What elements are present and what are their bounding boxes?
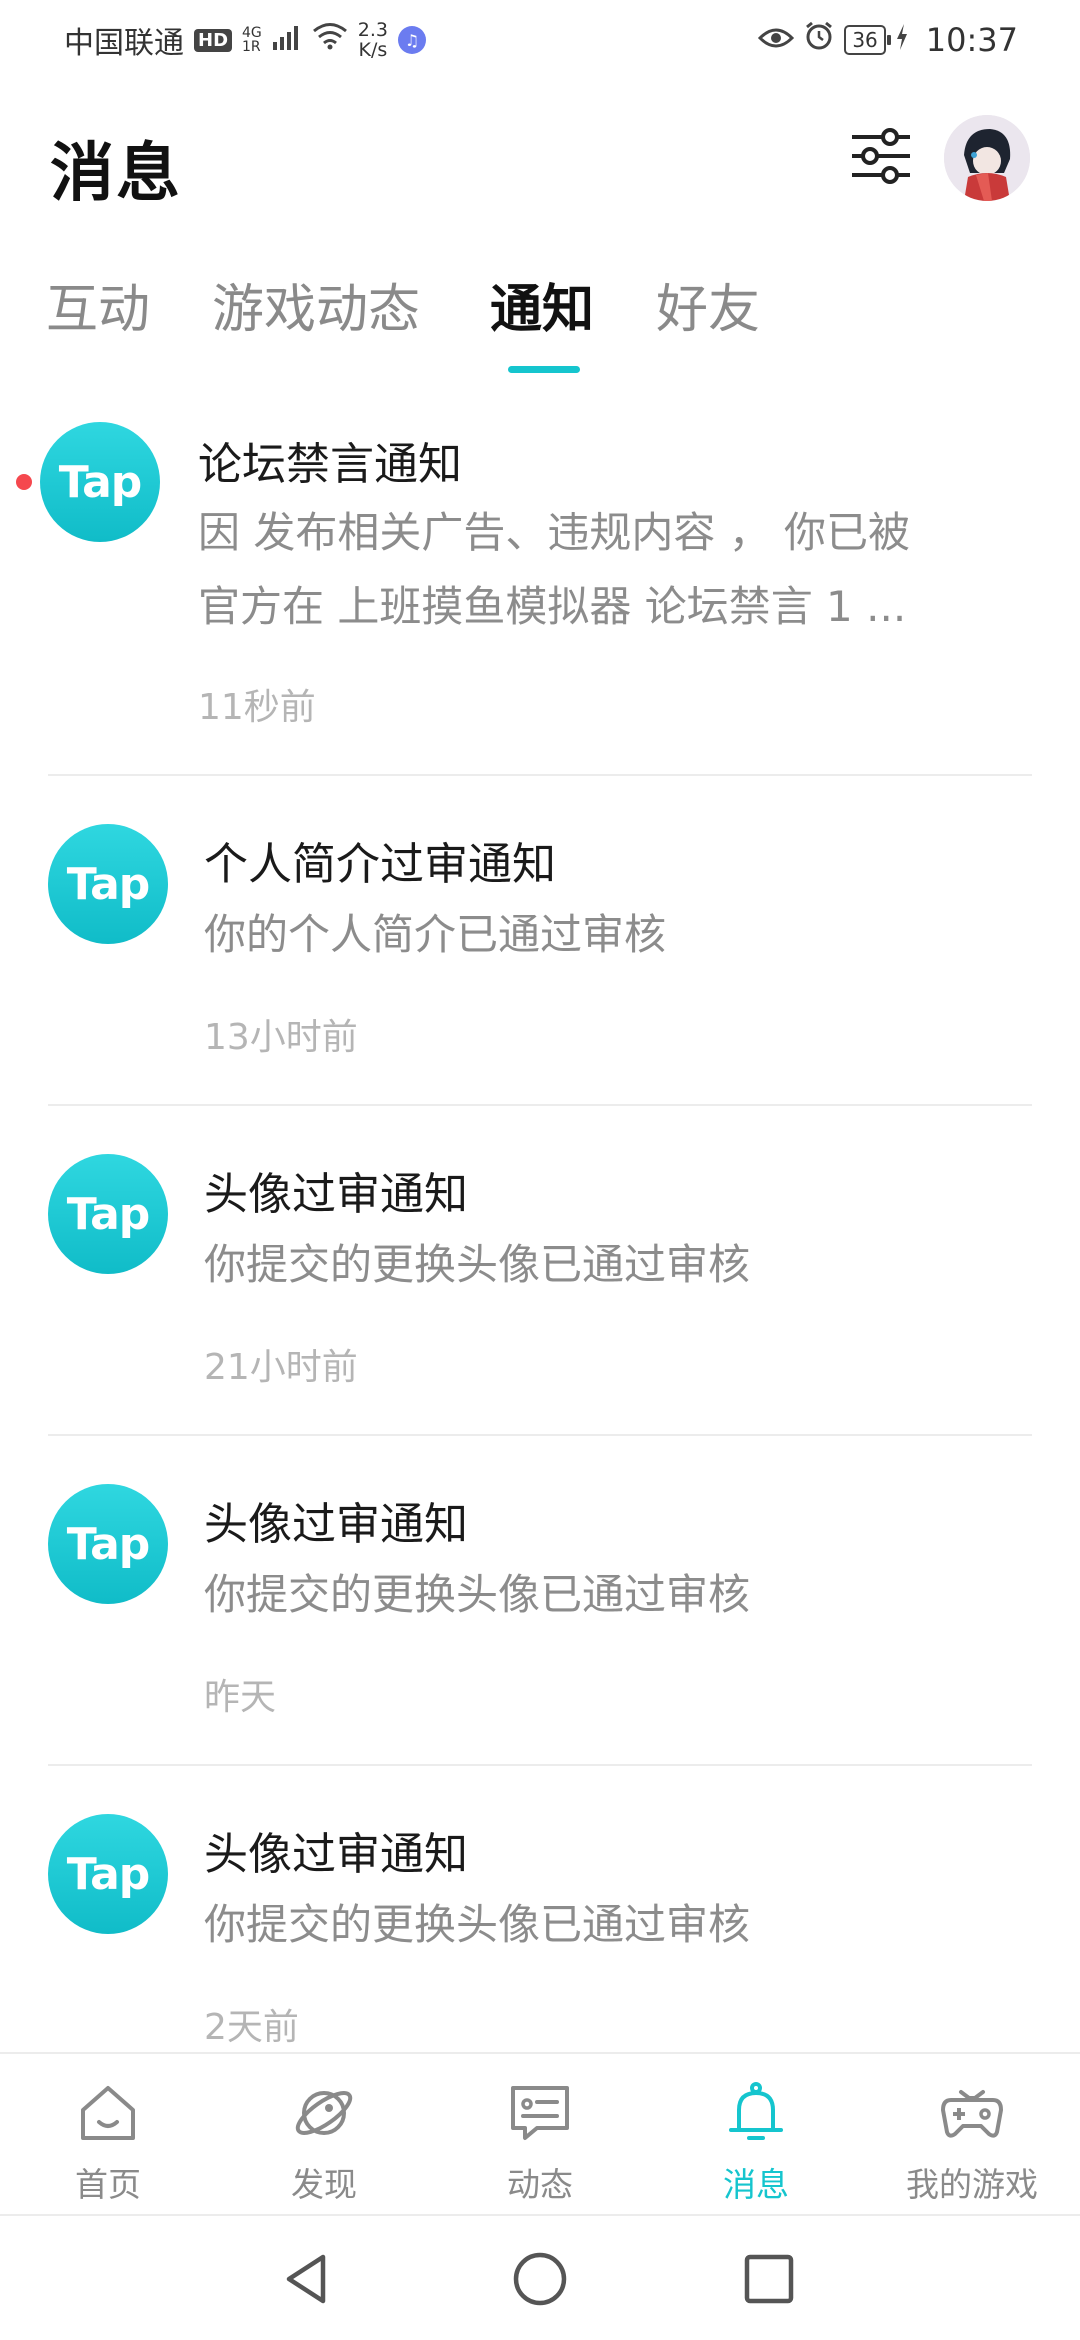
filter-settings-button[interactable] xyxy=(845,120,917,192)
user-avatar[interactable] xyxy=(944,115,1030,201)
nav-feed[interactable]: 动态 xyxy=(432,2054,648,2216)
sliders-icon xyxy=(852,128,910,184)
notification-title: 头像过审通知 xyxy=(204,1829,468,1880)
nav-discover-label: 发现 xyxy=(291,2165,357,2204)
nav-discover[interactable]: 发现 xyxy=(216,2054,432,2216)
tab-friends[interactable]: 好友 xyxy=(656,270,760,370)
system-nav-bar xyxy=(0,2214,1080,2340)
notification-item[interactable]: Tap 头像过审通知 你提交的更换头像已通过审核 2天前 xyxy=(0,1766,1080,2052)
notification-time: 21小时前 xyxy=(204,1347,358,1388)
notification-title: 头像过审通知 xyxy=(204,1499,468,1550)
bottom-nav-bar: 首页 发现 动态 消息 我的游戏 xyxy=(0,2052,1080,2214)
nav-messages[interactable]: 消息 xyxy=(648,2054,864,2216)
notification-body-line: 官方在 上班摸鱼模拟器 论坛禁言 1 ... xyxy=(198,582,907,631)
tap-logo-icon: Tap xyxy=(48,1814,168,1934)
notification-item[interactable]: Tap 论坛禁言通知 因 发布相关广告、违规内容 ， 你已被 官方在 上班摸鱼模… xyxy=(0,400,1080,776)
notification-body: 你提交的更换头像已通过审核 xyxy=(204,1558,1064,1632)
status-bar: 中国联通 HD 4G 1R 2.3 K/s ♫ 36 10:37 xyxy=(0,0,1080,80)
notification-body-line: 你提交的更换头像已通过审核 xyxy=(204,1570,751,1619)
notification-body: 你提交的更换头像已通过审核 xyxy=(204,1888,1064,1962)
nav-feed-label: 动态 xyxy=(507,2165,573,2204)
system-recents-button[interactable] xyxy=(734,2244,804,2314)
signal-icon xyxy=(272,23,302,58)
unread-dot xyxy=(16,474,32,490)
notification-title: 个人简介过审通知 xyxy=(204,839,556,890)
status-right: 36 10:37 xyxy=(758,21,1018,59)
charging-icon xyxy=(896,23,908,58)
notification-time: 11秒前 xyxy=(198,687,316,728)
notification-body-line: 因 发布相关广告、违规内容 ， 你已被 xyxy=(198,508,911,557)
notification-title: 论坛禁言通知 xyxy=(198,439,462,490)
recents-square-icon xyxy=(744,2254,794,2304)
nav-messages-label: 消息 xyxy=(723,2165,789,2204)
nav-my-games[interactable]: 我的游戏 xyxy=(864,2054,1080,2216)
net-speed-unit: K/s xyxy=(358,39,388,61)
notification-body-line: 你的个人简介已通过审核 xyxy=(204,910,667,959)
page-header: 消息 xyxy=(0,90,1080,240)
notification-title: 头像过审通知 xyxy=(204,1169,468,1220)
gamepad-icon xyxy=(941,2090,1003,2138)
carrier-label: 中国联通 xyxy=(64,26,184,61)
nav-home[interactable]: 首页 xyxy=(0,2054,216,2216)
notification-item[interactable]: Tap 个人简介过审通知 你的个人简介已通过审核 13小时前 xyxy=(0,776,1080,1106)
music-app-icon: ♫ xyxy=(398,26,426,54)
system-back-button[interactable] xyxy=(272,2244,342,2314)
system-home-button[interactable] xyxy=(505,2244,575,2314)
notification-time: 13小时前 xyxy=(204,1017,358,1058)
tap-logo-icon: Tap xyxy=(48,1484,168,1604)
alarm-icon xyxy=(804,21,834,59)
network-type: 4G 1R xyxy=(242,26,262,54)
active-tab-indicator xyxy=(508,366,580,373)
page-title: 消息 xyxy=(50,137,182,211)
tab-game-updates[interactable]: 游戏动态 xyxy=(212,270,420,370)
notification-body: 你提交的更换头像已通过审核 xyxy=(204,1228,1064,1302)
home-circle-icon xyxy=(513,2252,567,2306)
status-left: 中国联通 HD 4G 1R 2.3 K/s ♫ xyxy=(64,18,426,62)
tap-logo-icon: Tap xyxy=(48,824,168,944)
nav-home-label: 首页 xyxy=(75,2165,141,2204)
hd-badge: HD xyxy=(194,28,233,52)
battery-indicator: 36 xyxy=(844,25,892,55)
network-type-bottom: 1R xyxy=(242,39,261,55)
nav-my-games-label: 我的游戏 xyxy=(906,2165,1038,2204)
avatar-image xyxy=(944,115,1030,201)
network-type-top: 4G xyxy=(242,25,262,41)
tab-bar: 互动 游戏动态 通知 好友 xyxy=(0,270,1080,380)
back-triangle-icon xyxy=(286,2254,326,2304)
notification-body-line: 你提交的更换头像已通过审核 xyxy=(204,1900,751,1949)
home-icon xyxy=(81,2086,135,2140)
chat-card-icon xyxy=(511,2086,569,2140)
wifi-icon xyxy=(312,22,348,58)
notification-body-line: 你提交的更换头像已通过审核 xyxy=(204,1240,751,1289)
notification-item[interactable]: Tap 头像过审通知 你提交的更换头像已通过审核 21小时前 xyxy=(0,1106,1080,1436)
notification-time: 2天前 xyxy=(204,2007,299,2048)
net-speed: 2.3 K/s xyxy=(358,20,388,60)
notification-body: 因 发布相关广告、违规内容 ， 你已被 官方在 上班摸鱼模拟器 论坛禁言 1 .… xyxy=(198,496,1058,644)
clock: 10:37 xyxy=(925,21,1018,59)
bell-icon xyxy=(729,2082,783,2140)
tap-logo-icon: Tap xyxy=(48,1154,168,1274)
tab-notifications[interactable]: 通知 xyxy=(490,270,594,370)
notification-body: 你的个人简介已通过审核 xyxy=(204,898,1064,972)
notification-item[interactable]: Tap 头像过审通知 你提交的更换头像已通过审核 昨天 xyxy=(0,1436,1080,1766)
notification-time: 昨天 xyxy=(204,1677,277,1718)
eye-icon xyxy=(758,23,795,58)
net-speed-value: 2.3 xyxy=(357,19,388,41)
tap-logo-icon: Tap xyxy=(40,422,160,542)
tab-interactions[interactable]: 互动 xyxy=(46,270,150,370)
planet-icon xyxy=(295,2091,353,2135)
